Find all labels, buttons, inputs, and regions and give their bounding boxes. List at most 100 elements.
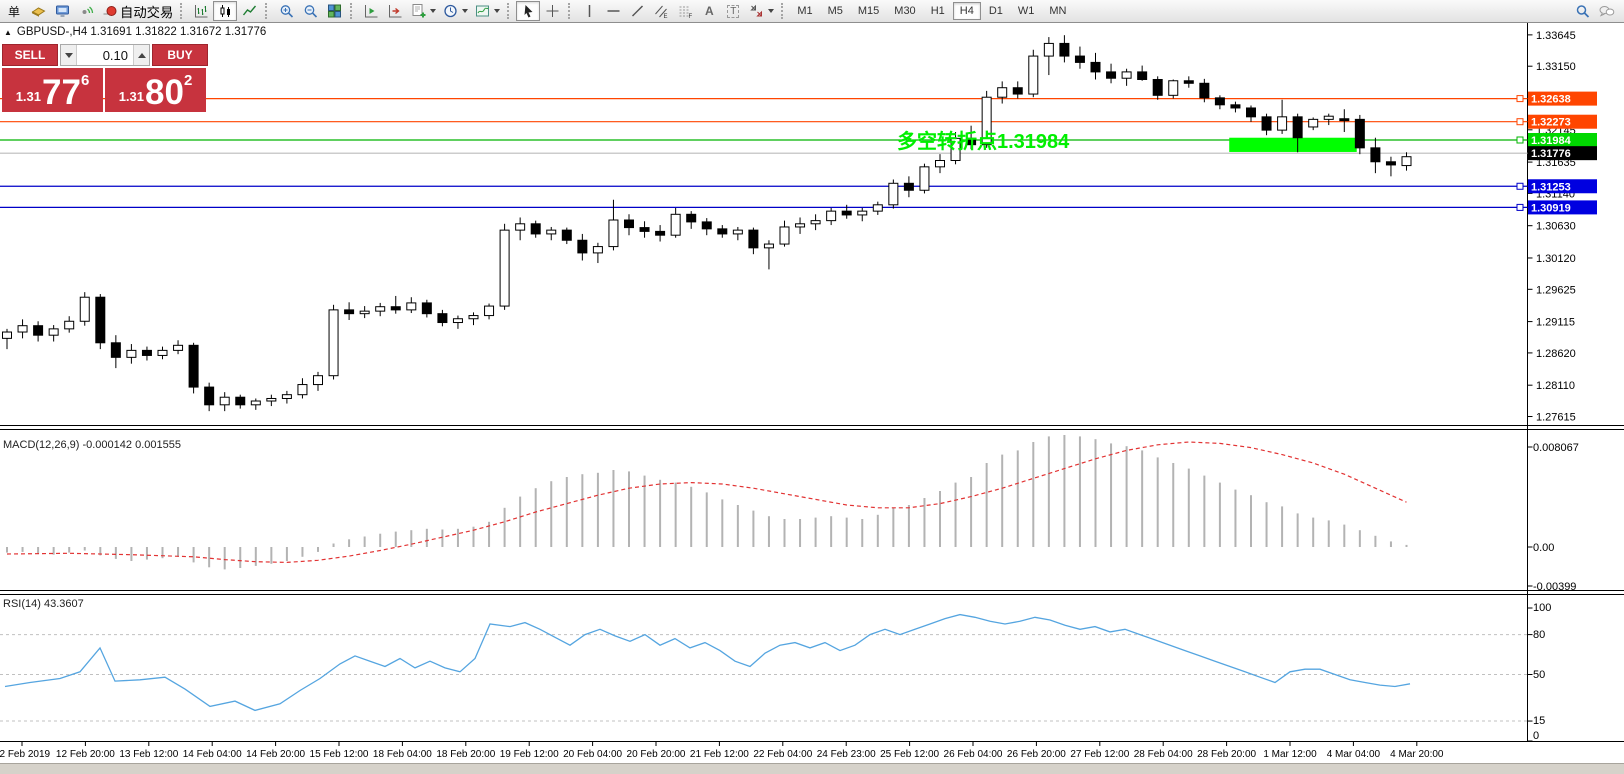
tile-windows-icon xyxy=(327,4,341,18)
svg-text:1.33150: 1.33150 xyxy=(1536,61,1576,73)
svg-text:13 Feb 12:00: 13 Feb 12:00 xyxy=(119,749,178,760)
text-label-tool-button[interactable]: T xyxy=(721,1,745,21)
timeframe-button-D1[interactable]: D1 xyxy=(982,2,1010,20)
equidistant-channel-tool-button[interactable]: E xyxy=(649,1,673,21)
toolbar-separator xyxy=(350,3,355,19)
svg-text:1.32638: 1.32638 xyxy=(1531,94,1571,106)
templates-button[interactable] xyxy=(471,1,503,21)
clock-icon xyxy=(444,4,457,18)
toolbar-separator xyxy=(568,3,573,19)
crosshair-icon xyxy=(546,5,559,17)
pane-borders xyxy=(0,22,1624,742)
horizontal-line-tool-button[interactable] xyxy=(601,1,625,21)
cursor-tool-button[interactable] xyxy=(516,1,541,21)
vertical-line-tool-button[interactable] xyxy=(577,1,601,21)
svg-text:1.33645: 1.33645 xyxy=(1536,30,1576,42)
chevron-down-icon xyxy=(494,9,501,13)
triangle-up-icon xyxy=(137,52,146,58)
volume-value[interactable]: 0.10 xyxy=(77,45,133,65)
svg-text:24 Feb 23:00: 24 Feb 23:00 xyxy=(817,749,876,760)
trendline-icon xyxy=(631,5,643,17)
macd-indicator-label: MACD(12,26,9) -0.000142 0.001555 xyxy=(3,439,181,451)
fibonacci-tool-button[interactable]: F xyxy=(673,1,697,21)
candlestick-icon xyxy=(220,5,230,17)
timeframe-button-H4[interactable]: H4 xyxy=(952,2,981,20)
chart-canvas[interactable]: 1.336451.331501.321451.316351.311401.306… xyxy=(0,0,1624,773)
collapse-marker-icon[interactable]: ▲ xyxy=(4,28,12,37)
zoom-in-button[interactable] xyxy=(274,1,298,21)
candlestick-mode-button[interactable] xyxy=(213,1,238,21)
sell-price-pip: 6 xyxy=(80,72,90,89)
timeframe-button-W1[interactable]: W1 xyxy=(1011,2,1042,20)
svg-text:18 Feb 20:00: 18 Feb 20:00 xyxy=(436,749,495,760)
buy-button[interactable]: BUY xyxy=(152,44,208,66)
svg-text:80: 80 xyxy=(1533,629,1545,641)
indicators-button[interactable] xyxy=(407,1,439,21)
buy-price-button[interactable]: 1.31 80 2 xyxy=(105,68,206,112)
svg-text:25 Feb 12:00: 25 Feb 12:00 xyxy=(880,749,939,760)
svg-text:14 Feb 20:00: 14 Feb 20:00 xyxy=(246,749,305,760)
macd-histogram xyxy=(6,435,1408,570)
price-axis: 1.336451.331501.321451.316351.311401.306… xyxy=(1527,30,1576,424)
new-order-label: 单 xyxy=(7,4,20,19)
svg-text:1.28110: 1.28110 xyxy=(1536,380,1575,392)
sell-price-button[interactable]: 1.31 77 6 xyxy=(2,68,103,112)
macd-axis: 0.008067 0.00 -0.00399 xyxy=(1527,442,1579,593)
svg-text:1.27615: 1.27615 xyxy=(1536,412,1576,424)
rsi-line xyxy=(4,613,1411,712)
svg-text:0.008067: 0.008067 xyxy=(1533,442,1579,454)
svg-text:1.29625: 1.29625 xyxy=(1536,284,1576,296)
volume-stepper: 0.10 xyxy=(60,44,150,66)
timeframe-button-M5[interactable]: M5 xyxy=(821,2,850,20)
crosshair-tool-button[interactable] xyxy=(540,1,564,21)
virtual-hosting-button[interactable] xyxy=(50,1,74,21)
window-bottom-edge xyxy=(0,763,1624,774)
timeframe-button-M30[interactable]: M30 xyxy=(887,2,922,20)
chart-shift-button[interactable] xyxy=(383,1,407,21)
svg-text:26 Feb 04:00: 26 Feb 04:00 xyxy=(944,749,1003,760)
gold-box-icon-button[interactable] xyxy=(26,1,50,21)
rsi-pane xyxy=(0,613,1528,722)
sell-button[interactable]: SELL xyxy=(2,44,58,66)
zoom-out-icon xyxy=(304,5,317,18)
chat-button[interactable] xyxy=(1594,1,1618,21)
new-order-button[interactable]: 单 xyxy=(2,1,26,21)
toolbar-separator xyxy=(781,3,786,19)
timeframe-button-MN[interactable]: MN xyxy=(1042,2,1073,20)
svg-text:50: 50 xyxy=(1533,669,1545,681)
arrows-tool-button[interactable] xyxy=(745,1,777,21)
svg-text:15: 15 xyxy=(1533,715,1545,727)
auto-scroll-button[interactable] xyxy=(359,1,383,21)
sell-price-prefix: 1.31 xyxy=(15,89,42,104)
zoom-out-button[interactable] xyxy=(298,1,322,21)
line-chart-mode-button[interactable] xyxy=(237,1,261,21)
rsi-axis: 100 80 50 15 0 xyxy=(1527,602,1551,742)
toolbar-separator xyxy=(507,3,512,19)
text-tool-button[interactable]: A xyxy=(697,1,721,21)
signals-button[interactable] xyxy=(74,1,98,21)
volume-decrease-button[interactable] xyxy=(61,45,77,65)
volume-increase-button[interactable] xyxy=(133,45,149,65)
tile-windows-button[interactable] xyxy=(322,1,346,21)
trendline-tool-button[interactable] xyxy=(625,1,649,21)
svg-text:1.30120: 1.30120 xyxy=(1536,253,1576,265)
timeframe-button-H1[interactable]: H1 xyxy=(924,2,952,20)
svg-text:100: 100 xyxy=(1533,602,1551,614)
highlight-zone-rect[interactable] xyxy=(1229,137,1357,152)
timeframe-button-M15[interactable]: M15 xyxy=(851,2,886,20)
cursor-icon xyxy=(524,5,533,18)
symbol-info-bar: ▲ GBPUSD-,H4 1.31691 1.31822 1.31672 1.3… xyxy=(4,26,266,38)
chat-icon xyxy=(1599,6,1614,17)
pivot-annotation-text[interactable]: 多空转折点1.31984 xyxy=(897,125,1069,154)
toolbar-right-group xyxy=(1570,1,1618,21)
timeframe-button-M1[interactable]: M1 xyxy=(790,2,819,20)
periods-button[interactable] xyxy=(439,1,471,21)
svg-text:27 Feb 12:00: 27 Feb 12:00 xyxy=(1070,749,1129,760)
search-button[interactable] xyxy=(1570,1,1594,21)
svg-text:1.31253: 1.31253 xyxy=(1531,181,1571,193)
autotrading-label: 自动交易 xyxy=(120,4,174,20)
timeframe-toolbar: M1 M5 M15 M30 H1 H4 D1 W1 MN xyxy=(790,2,1073,20)
svg-text:21 Feb 12:00: 21 Feb 12:00 xyxy=(690,749,749,760)
autotrading-button[interactable]: 自动交易 xyxy=(98,1,176,21)
bar-chart-mode-button[interactable] xyxy=(189,1,213,21)
